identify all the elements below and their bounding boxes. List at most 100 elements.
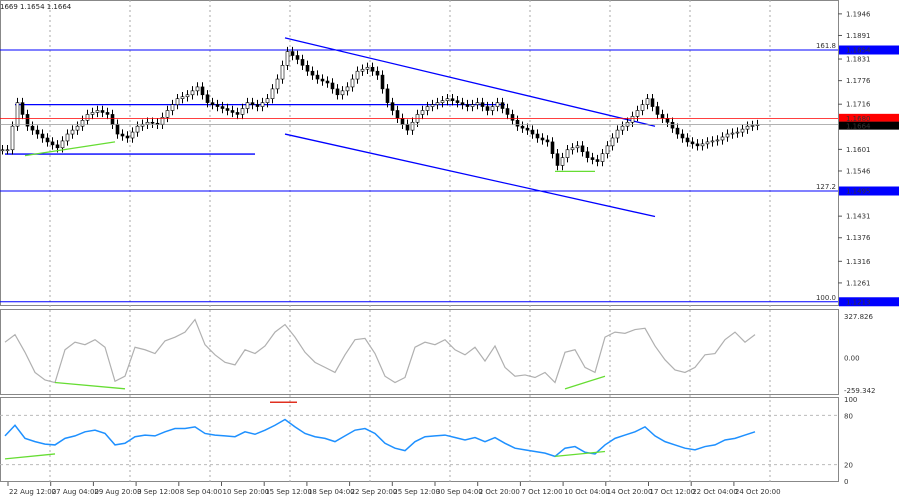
candle [485,106,490,111]
candle [315,74,320,80]
candle [45,137,50,143]
candle [145,121,150,125]
candle [475,102,480,105]
fib-level-label: 127.2 [816,183,836,191]
time-label: 27 Aug 04:00 [52,488,99,496]
candle [730,132,735,135]
candle [450,98,455,101]
candle [115,123,120,135]
candle [10,125,15,151]
fib-level-label: 161.8 [816,42,836,50]
candle [345,86,350,92]
candle [320,78,325,82]
candle [210,102,215,105]
candle [430,104,435,107]
price-tick-label: 1.1716 [846,101,871,109]
candle [285,51,290,66]
candle [665,118,670,123]
candle [395,110,400,119]
candle [65,133,70,142]
candle [410,121,415,131]
candle [680,133,685,139]
candle [180,96,185,100]
rsi-tick-label: 100 [844,396,857,404]
candle [155,122,160,125]
cci-tick-label: -259.342 [844,387,875,395]
candle [725,133,730,138]
candle [275,78,280,90]
candle [745,125,750,130]
candle [550,141,555,154]
time-label: 17 Oct 12:00 [650,488,696,496]
candle [580,145,585,153]
ohlc-header: 1669 1.1654 1.1664 [0,3,72,11]
time-label: 22 Oct 04:00 [692,488,738,496]
candle [610,137,615,147]
candle [15,102,20,127]
price-badge-label: 1.1213 [846,298,871,306]
price-tick-label: 1.1431 [846,213,871,221]
price-tick-label: 1.1891 [846,32,871,40]
cci-line [4,318,756,384]
price-chart[interactable]: 1.1946 1.1891 1.1831 1.1776 1.1716 1.1601 1.15… [0,0,900,500]
candle [205,94,210,103]
candle [310,70,315,76]
channel-upper-line [284,37,656,127]
candle [135,125,140,133]
candle [375,70,380,76]
candle [0,149,5,152]
price-tick-label: 1.1946 [846,10,871,18]
candle [615,129,620,139]
candle [280,65,285,80]
candle [445,98,450,101]
candle [220,106,225,109]
candle [505,108,510,115]
candle [535,133,540,139]
candle [750,125,755,127]
candle [705,141,710,145]
candle [235,112,240,115]
candle [50,141,55,146]
time-label: 15 Sep 12:00 [265,488,312,496]
time-label: 8 Sep 04:00 [180,488,222,496]
candle [645,98,650,105]
cci-panel-frame [0,309,839,395]
rsi-line [4,418,756,458]
candle [260,102,265,107]
time-label: 22 Aug 12:00 [9,488,56,496]
candle [585,151,590,158]
candle [75,125,80,131]
candle [290,51,295,56]
candle [35,129,40,135]
time-label: 10 Oct 04:00 [564,488,610,496]
candle [605,145,610,154]
candle [350,78,355,88]
candle [120,133,125,137]
candle [460,102,465,105]
candle [355,70,360,80]
candle [30,125,35,131]
candle [230,110,235,113]
candle [635,110,640,117]
time-label: 10 Sep 20:00 [223,488,270,496]
candle [390,102,395,111]
candle [60,140,65,149]
candle [170,104,175,111]
candle [650,98,655,107]
candle [565,149,570,158]
candle [545,139,550,143]
price-tick-label: 1.1376 [846,234,871,242]
time-label: 30 Sep 04:00 [436,488,483,496]
candle [165,110,170,118]
candle [365,66,370,70]
candle [95,110,100,113]
candle [130,131,135,139]
candle [500,102,505,109]
candle [490,106,495,111]
price-tick-label: 1.1261 [846,279,871,287]
candle [5,149,10,152]
candle [630,116,635,123]
candle [660,114,665,119]
candle [470,104,475,107]
candle [685,137,690,143]
